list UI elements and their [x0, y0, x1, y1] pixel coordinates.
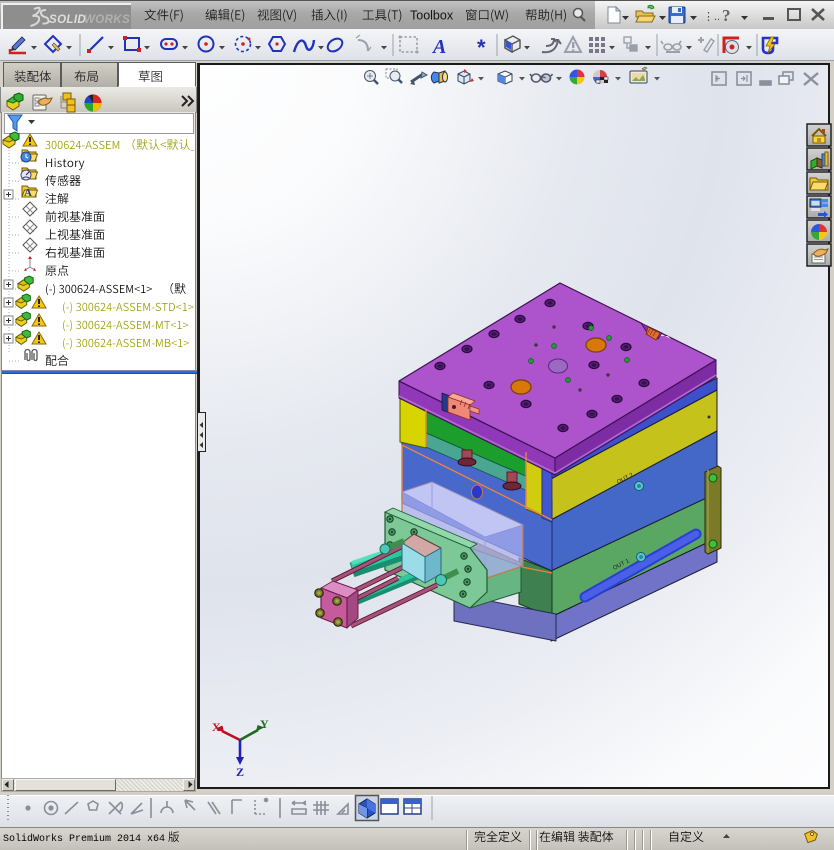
svg-text:*: * — [477, 35, 486, 60]
svg-text:Y: Y — [260, 717, 269, 731]
svg-text:Toolbox: Toolbox — [410, 9, 454, 23]
svg-text:SOLID: SOLID — [49, 14, 86, 26]
svg-text:A: A — [431, 36, 446, 58]
svg-text:WORKS: WORKS — [84, 14, 130, 26]
svg-text:Z: Z — [236, 765, 244, 779]
svg-text:SolidWorks Premium 2014 x64: SolidWorks Premium 2014 x64 — [3, 833, 165, 845]
svg-text:X: X — [212, 720, 221, 734]
svg-text:?: ? — [722, 6, 731, 25]
svg-text:A: A — [24, 187, 32, 199]
svg-text:⋮..: ⋮.. — [703, 11, 720, 23]
